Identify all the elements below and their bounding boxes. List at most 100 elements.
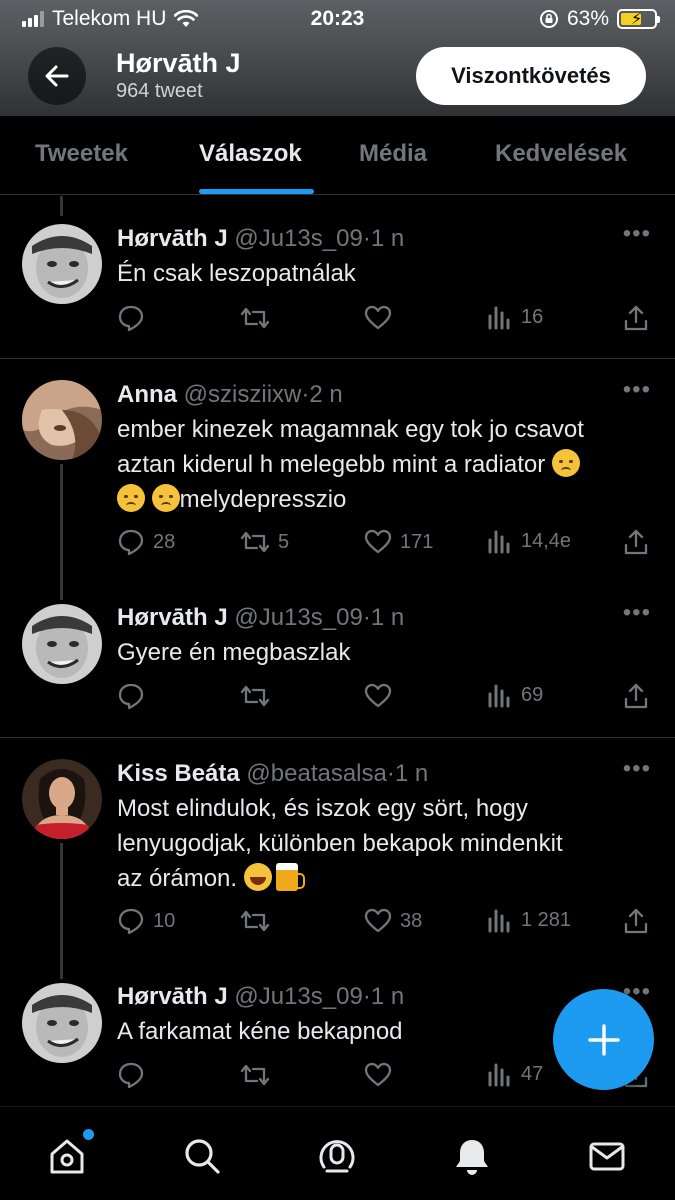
tweet-text: Most elindulok, és iszok egy sört, hogy … [117,791,652,896]
nav-home[interactable] [46,1129,94,1177]
like-button[interactable] [364,682,392,710]
more-options-icon[interactable]: ••• [623,599,651,627]
author-handle[interactable]: @beatasalsa [246,760,386,787]
like-button[interactable] [364,1061,392,1089]
tab-tweets[interactable]: Tweetek [35,140,128,168]
avatar[interactable] [22,983,102,1063]
share-icon [624,908,648,934]
avatar[interactable] [22,380,102,460]
author-name[interactable]: Hørvāth J [117,225,228,252]
bell-icon [456,1140,488,1175]
more-options-icon[interactable]: ••• [623,755,651,783]
views-count: 47 [521,1062,544,1085]
tweet-text: Én csak leszopatnálak [117,260,356,287]
like-button[interactable] [364,304,392,332]
tab-likes[interactable]: Kedvelések [495,140,627,168]
tweet-text-line: melydepresszio [179,486,347,513]
views-button[interactable]: 14,4e [487,528,571,554]
tab-media[interactable]: Média [359,140,427,168]
share-button[interactable] [622,304,650,332]
author-handle[interactable]: @Ju13s_09 [234,604,362,631]
author-handle[interactable]: @Ju13s_09 [234,983,362,1010]
reply-count: 28 [153,530,176,553]
analytics-icon [488,909,510,933]
like-button[interactable]: 171 [364,528,433,556]
tab-replies[interactable]: Válaszok [199,140,302,168]
tweet-text-line: ember kinezek magamnak egy tok jo csavot [117,416,584,443]
tweet-feed[interactable]: Hørvāth J @Ju13s_09·1 n ••• Én csak lesz… [0,196,675,1106]
author-name[interactable]: Kiss Beáta [117,760,240,787]
more-options-icon[interactable]: ••• [623,220,651,248]
analytics-icon [488,1063,510,1087]
nav-messages[interactable] [586,1135,628,1177]
tweet-item[interactable]: Hørvāth J @Ju13s_09·1 n ••• Gyere én meg… [0,582,675,738]
plus-icon [587,1023,620,1056]
share-button[interactable] [622,907,650,935]
status-bar: Telekom HU 20:23 63% ⚡ [0,0,675,38]
nav-spaces[interactable] [316,1135,358,1177]
follow-back-button[interactable]: Viszontkövetés [416,47,646,105]
reply-button[interactable] [117,682,145,710]
retweet-button[interactable]: 5 [240,528,289,556]
views-button[interactable]: 69 [487,682,543,708]
reply-icon [118,908,144,935]
avatar[interactable] [22,224,102,304]
retweet-button[interactable] [240,682,270,710]
like-count: 38 [400,909,423,932]
views-button[interactable]: 47 [487,1061,543,1087]
retweet-icon [240,307,270,329]
avatar[interactable] [22,759,102,839]
profile-name: Hørvāth J [116,48,241,78]
reply-icon [118,529,144,556]
heart-icon [364,1062,392,1087]
author-name[interactable]: Hørvāth J [117,983,228,1010]
nav-search[interactable] [181,1135,223,1177]
avatar[interactable] [22,604,102,684]
tweet-actions: 28 5 171 14,4e [117,528,652,558]
heart-icon [364,305,392,330]
views-button[interactable]: 16 [487,304,543,330]
profile-header: Telekom HU 20:23 63% ⚡ Hørvāth J 964 twe… [0,0,675,116]
disappointed-face-emoji [551,449,580,477]
views-count: 16 [521,305,544,328]
reply-button[interactable] [117,304,145,332]
mail-icon [589,1142,625,1171]
retweet-button[interactable] [240,907,270,935]
profile-tabs: Tweetek Válaszok Média Kedvelések [0,116,675,195]
share-button[interactable] [622,528,650,556]
tweet-item[interactable]: Kiss Beáta @beatasalsa·1 n ••• Most elin… [0,739,675,963]
author-name[interactable]: Anna [117,381,177,408]
reply-button[interactable] [117,1061,145,1089]
retweet-icon [240,531,270,553]
retweet-button[interactable] [240,304,270,332]
thread-line [60,961,63,979]
thread-line [60,196,63,216]
author-handle[interactable]: @szisziixw [184,381,302,408]
like-button[interactable]: 38 [364,907,422,935]
author-name[interactable]: Hørvāth J [117,604,228,631]
views-count: 14,4e [521,529,572,552]
more-options-icon[interactable]: ••• [623,376,651,404]
heart-icon [364,908,392,933]
reply-button[interactable]: 28 [117,528,175,556]
like-count: 171 [400,530,434,553]
active-tab-indicator [199,189,314,194]
tweet-item[interactable]: Anna @szisziixw·2 n ••• ember kinezek ma… [0,360,675,584]
tweet-text-line: Most elindulok, és iszok egy sört, hogy [117,795,528,822]
tweet-actions: 69 [117,682,652,712]
reply-count: 10 [153,909,176,932]
tweet-item[interactable]: Hørvāth J @Ju13s_09·1 n ••• Én csak lesz… [0,196,675,359]
tweet-text-line: aztan kiderul h melegebb mint a radiator [117,451,546,478]
author-handle[interactable]: @Ju13s_09 [234,225,362,252]
share-button[interactable] [622,682,650,710]
retweet-button[interactable] [240,1061,270,1089]
reply-button[interactable]: 10 [117,907,175,935]
tweet-actions: 16 [117,304,652,334]
views-button[interactable]: 1 281 [487,907,571,933]
back-button[interactable] [28,47,86,105]
tweet-text-line: az órámon. [117,865,238,892]
share-icon [624,683,648,709]
tweet-time: 1 n [370,983,405,1010]
compose-tweet-button[interactable] [553,989,654,1090]
nav-notifications[interactable] [451,1135,493,1177]
